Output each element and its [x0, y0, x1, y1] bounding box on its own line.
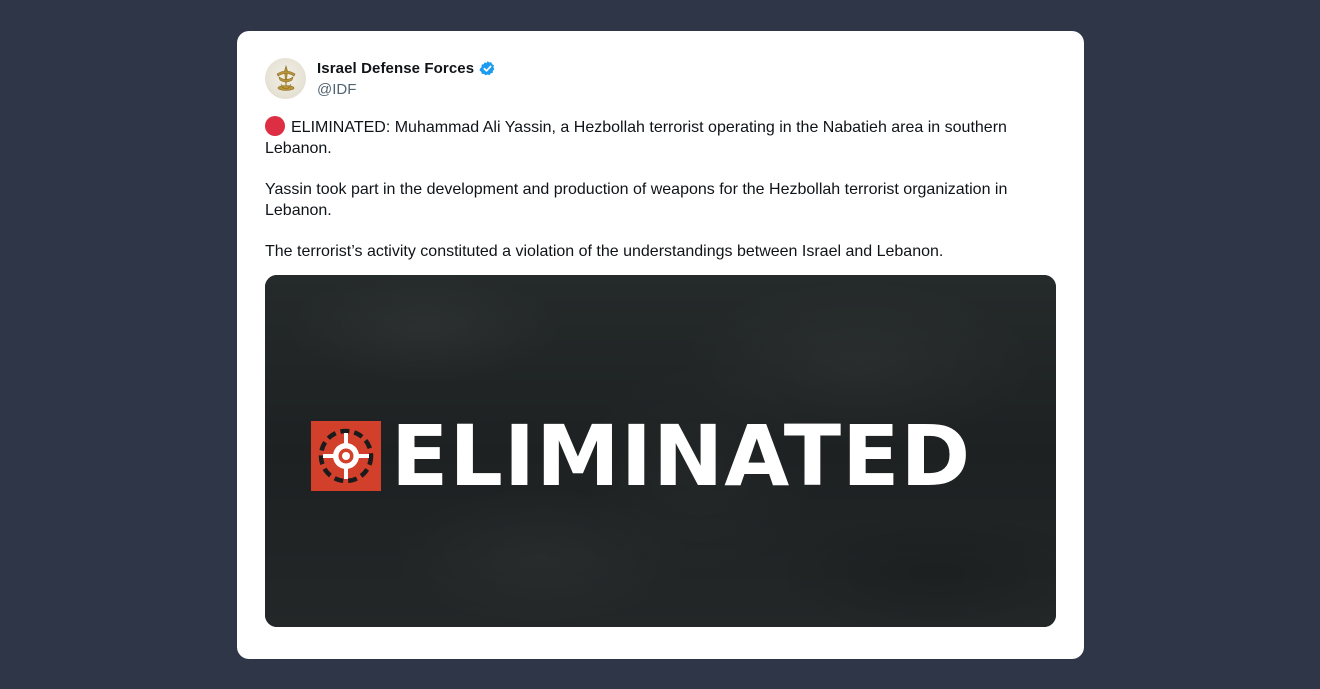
tweet-media-image[interactable]: ELIMINATED [265, 275, 1056, 627]
tweet-card[interactable]: Israel Defense Forces @IDF ELIMINATED: M… [237, 31, 1084, 659]
author-name[interactable]: Israel Defense Forces [317, 60, 474, 77]
tweet-paragraph-1: ELIMINATED: Muhammad Ali Yassin, a Hezbo… [265, 116, 1065, 159]
idf-emblem-icon [276, 64, 295, 91]
tweet-paragraph-1-text: ELIMINATED: Muhammad Ali Yassin, a Hezbo… [265, 119, 1007, 157]
author-handle[interactable]: @IDF [317, 81, 356, 98]
crosshair-icon [318, 428, 374, 484]
avatar[interactable] [265, 58, 306, 99]
tweet-paragraph-3: The terrorist’s activity constituted a v… [265, 243, 944, 260]
tweet-text: ELIMINATED: Muhammad Ali Yassin, a Hezbo… [265, 116, 1065, 263]
media-headline-group: ELIMINATED [311, 407, 972, 505]
author-name-row: Israel Defense Forces [317, 60, 496, 77]
crosshair-badge [311, 421, 381, 491]
media-headline: ELIMINATED [391, 407, 972, 505]
verified-badge-icon [479, 61, 495, 76]
red-circle-icon [265, 116, 285, 136]
tweet-paragraph-2: Yassin took part in the development and … [265, 181, 1008, 219]
